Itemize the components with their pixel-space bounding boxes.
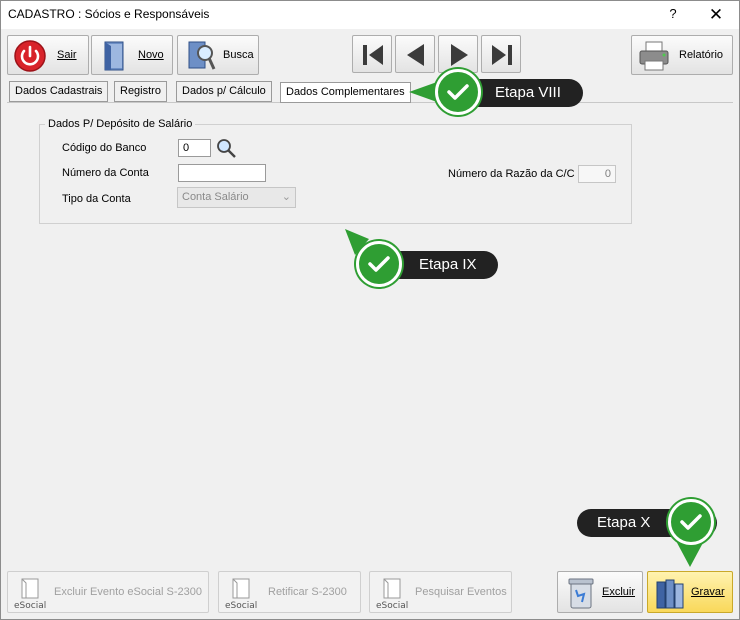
retificar-label: Retificar S-2300 (268, 586, 347, 598)
sair-label: Sair (57, 49, 77, 61)
next-record-button[interactable] (438, 35, 478, 73)
esocial-logo-icon: eSocial (374, 576, 410, 611)
last-icon (492, 45, 512, 65)
svg-text:eSocial: eSocial (376, 601, 408, 610)
search-document-icon (183, 39, 217, 73)
new-document-icon (97, 39, 131, 73)
title-bar: CADASTRO : Sócios e Responsáveis ? ✕ (1, 1, 739, 29)
busca-button[interactable]: Busca (177, 35, 259, 75)
help-button[interactable]: ? (663, 6, 683, 21)
esocial-logo-icon: eSocial (223, 576, 259, 611)
tab-dados-calculo[interactable]: Dados p/ Cálculo (176, 81, 272, 102)
gravar-button[interactable]: Gravar (647, 571, 733, 613)
busca-label: Busca (223, 49, 254, 61)
close-button[interactable]: ✕ (701, 3, 731, 27)
excluir-evento-label: Excluir Evento eSocial S-2300 (54, 586, 202, 598)
tab-dados-complementares[interactable]: Dados Complementares (280, 82, 411, 103)
tipo-conta-value: Conta Salário (182, 191, 249, 203)
pesquisar-label: Pesquisar Eventos (415, 586, 507, 598)
svg-text:eSocial: eSocial (225, 601, 257, 610)
group-title: Dados P/ Depósito de Salário (45, 118, 196, 130)
razao-label: Número da Razão da C/C (448, 168, 575, 180)
previous-icon (407, 44, 424, 66)
numero-conta-input[interactable] (178, 164, 266, 182)
sair-button[interactable]: Sair (7, 35, 89, 75)
check-icon (668, 499, 714, 545)
chevron-down-icon: ⌄ (281, 191, 291, 203)
gravar-label: Gravar (691, 586, 725, 598)
codigo-banco-input[interactable]: 0 (178, 139, 211, 157)
pesquisar-eventos-button[interactable]: eSocial Pesquisar Eventos (369, 571, 512, 613)
retificar-button[interactable]: eSocial Retificar S-2300 (218, 571, 361, 613)
save-folders-icon (654, 576, 688, 613)
excluir-evento-esocial-button[interactable]: eSocial Excluir Evento eSocial S-2300 (7, 571, 209, 613)
tab-registro[interactable]: Registro (114, 81, 167, 102)
excluir-button[interactable]: Excluir (557, 571, 643, 613)
novo-button[interactable]: Novo (91, 35, 173, 75)
callout-ix-label: Etapa IX (419, 256, 477, 273)
next-icon (451, 44, 468, 66)
callout-x-label: Etapa X (597, 514, 651, 531)
app-window: CADASTRO : Sócios e Responsáveis ? ✕ Sai… (0, 0, 740, 620)
esocial-logo-text: eSocial (14, 601, 46, 610)
razao-input[interactable]: 0 (578, 165, 616, 183)
previous-record-button[interactable] (395, 35, 435, 73)
codigo-banco-label: Código do Banco (62, 142, 147, 154)
novo-label: Novo (138, 49, 164, 61)
tipo-conta-select[interactable]: Conta Salário ⌄ (177, 187, 296, 208)
check-icon (435, 69, 481, 115)
relatorio-label: Relatório (679, 49, 724, 61)
printer-icon (637, 39, 671, 73)
trash-icon (566, 576, 596, 613)
check-icon (356, 241, 402, 287)
tab-dados-cadastrais[interactable]: Dados Cadastrais (9, 81, 109, 102)
window-title: CADASTRO : Sócios e Responsáveis (8, 7, 210, 21)
numero-conta-label: Número da Conta (62, 167, 149, 179)
relatorio-button[interactable]: Relatório (631, 35, 733, 75)
callout-viii-label: Etapa VIII (495, 84, 561, 101)
esocial-logo-icon: eSocial (12, 576, 48, 611)
first-record-button[interactable] (352, 35, 392, 73)
first-icon (363, 45, 383, 65)
excluir-label: Excluir (602, 586, 636, 598)
search-icon[interactable] (215, 137, 237, 159)
last-record-button[interactable] (481, 35, 521, 73)
power-icon (13, 39, 47, 73)
tipo-conta-label: Tipo da Conta (62, 193, 131, 205)
